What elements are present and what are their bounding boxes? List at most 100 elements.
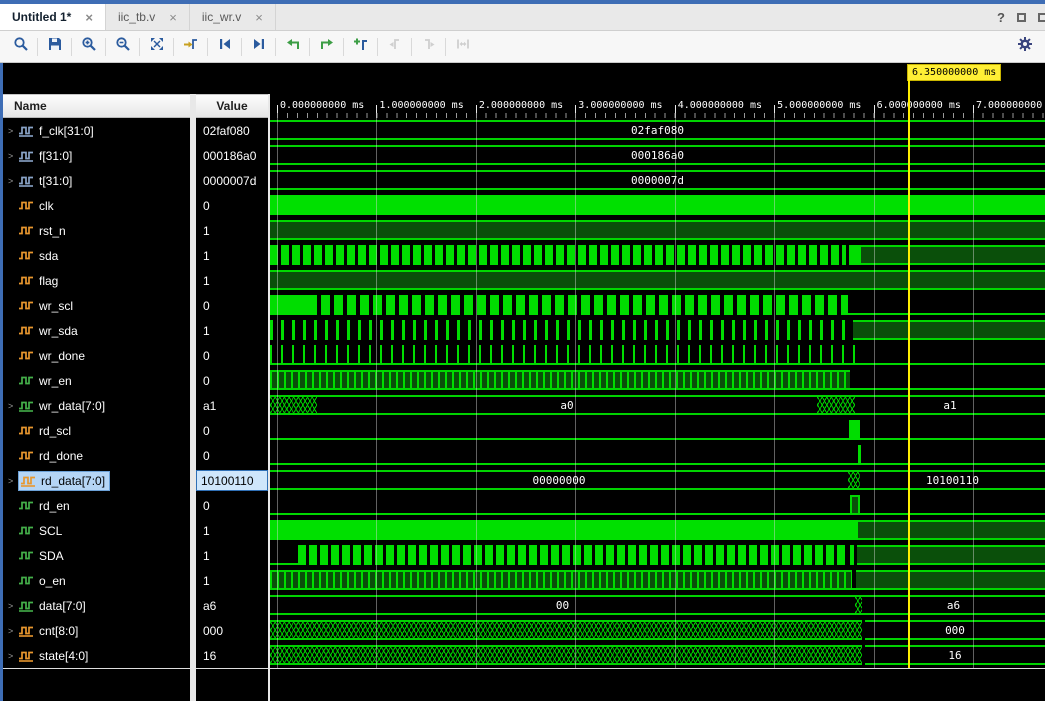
expand-arrow-icon[interactable]: > bbox=[3, 401, 18, 411]
settings-gear-button[interactable] bbox=[1012, 35, 1037, 59]
signal-row-data[7:0][interactable]: >data[7:0] bbox=[3, 593, 190, 618]
save-button[interactable] bbox=[42, 35, 67, 59]
zoom-to-cursor-button[interactable] bbox=[178, 35, 203, 59]
bus-green-signal-icon bbox=[18, 400, 34, 412]
ruler-tick-label: 2.000000000 ms bbox=[479, 100, 563, 111]
float-window-icon[interactable] bbox=[1017, 13, 1026, 22]
signal-value-wr_sda[interactable]: 1 bbox=[196, 318, 268, 343]
signal-value-rst_n[interactable]: 1 bbox=[196, 218, 268, 243]
next-transition-button[interactable] bbox=[314, 35, 339, 59]
signal-row-flag[interactable]: flag bbox=[3, 268, 190, 293]
wave-segment-toggle bbox=[270, 245, 846, 265]
signal-value-wr_data[7:0][interactable]: a1 bbox=[196, 393, 268, 418]
signal-value-sda[interactable]: 1 bbox=[196, 243, 268, 268]
signal-row-wr_data[7:0][interactable]: >wr_data[7:0] bbox=[3, 393, 190, 418]
signal-value-cnt[8:0][interactable]: 000 bbox=[196, 618, 268, 643]
zoom-in-button[interactable] bbox=[76, 35, 101, 59]
wave-data[7:0]: 00a6 bbox=[270, 593, 1045, 618]
signal-row-cnt[8:0][interactable]: >cnt[8:0] bbox=[3, 618, 190, 643]
add-marker-button[interactable] bbox=[348, 35, 373, 59]
previous-transition-button[interactable] bbox=[280, 35, 305, 59]
signal-row-wr_sda[interactable]: wr_sda bbox=[3, 318, 190, 343]
search-button[interactable] bbox=[8, 35, 33, 59]
signal-name: clk bbox=[39, 199, 54, 213]
tab-iic-tb[interactable]: iic_tb.v × bbox=[106, 4, 190, 30]
wave-flag bbox=[270, 268, 1045, 293]
wave-segment-xxx bbox=[270, 395, 317, 415]
signal-value-f[31:0][interactable]: 000186a0 bbox=[196, 143, 268, 168]
signal-value-data[7:0][interactable]: a6 bbox=[196, 593, 268, 618]
signal-value-t[31:0][interactable]: 0000007d bbox=[196, 168, 268, 193]
signal-row-rst_n[interactable]: rst_n bbox=[3, 218, 190, 243]
signal-row-f[31:0][interactable]: >f[31:0] bbox=[3, 143, 190, 168]
go-to-time-0-button[interactable] bbox=[212, 35, 237, 59]
expand-arrow-icon[interactable]: > bbox=[3, 476, 18, 486]
signal-value-wr_done[interactable]: 0 bbox=[196, 343, 268, 368]
expand-arrow-icon[interactable]: > bbox=[3, 176, 18, 186]
signal-row-o_en[interactable]: o_en bbox=[3, 568, 190, 593]
zoom-fit-button[interactable] bbox=[144, 35, 169, 59]
value-text: 0 bbox=[201, 449, 212, 463]
tab-iic-wr[interactable]: iic_wr.v × bbox=[190, 4, 276, 30]
signal-value-wr_scl[interactable]: 0 bbox=[196, 293, 268, 318]
expand-arrow-icon[interactable]: > bbox=[3, 626, 18, 636]
signal-row-t[31:0][interactable]: >t[31:0] bbox=[3, 168, 190, 193]
tab-bar: Untitled 1* × iic_tb.v × iic_wr.v × ? bbox=[0, 4, 1045, 31]
next-transition-icon bbox=[319, 36, 335, 57]
signal-value-f_clk[31:0][interactable]: 02faf080 bbox=[196, 118, 268, 143]
signal-value-wr_en[interactable]: 0 bbox=[196, 368, 268, 393]
close-icon[interactable]: × bbox=[255, 11, 263, 24]
signal-value-list: 02faf080000186a00000007d01110100a1001010… bbox=[196, 118, 268, 668]
cursor-line[interactable] bbox=[908, 80, 910, 668]
go-to-last-time-button[interactable] bbox=[246, 35, 271, 59]
expand-arrow-icon[interactable]: > bbox=[3, 601, 18, 611]
signal-row-rd_en[interactable]: rd_en bbox=[3, 493, 190, 518]
expand-arrow-icon[interactable]: > bbox=[3, 126, 18, 136]
signal-value-rd_data[7:0][interactable]: 10100110 bbox=[196, 468, 268, 493]
signal-row-f_clk[31:0][interactable]: >f_clk[31:0] bbox=[3, 118, 190, 143]
waveform-canvas[interactable]: 6.350000000 ms 0.000000000 ms1.000000000… bbox=[270, 63, 1045, 701]
time-ruler[interactable]: 0.000000000 ms1.000000000 ms2.000000000 … bbox=[270, 94, 1045, 118]
signal-row-wr_done[interactable]: wr_done bbox=[3, 343, 190, 368]
signal-value-flag[interactable]: 1 bbox=[196, 268, 268, 293]
close-icon[interactable]: × bbox=[169, 11, 177, 24]
next-marker-button[interactable] bbox=[416, 35, 441, 59]
tab-untitled-1[interactable]: Untitled 1* × bbox=[0, 4, 106, 30]
names-top-strip bbox=[3, 63, 190, 94]
toolbar-separator bbox=[445, 38, 446, 56]
signal-row-state[4:0][interactable]: >state[4:0] bbox=[3, 643, 190, 668]
help-icon[interactable]: ? bbox=[997, 10, 1005, 25]
signal-row-sda[interactable]: sda bbox=[3, 243, 190, 268]
signal-row-wr_scl[interactable]: wr_scl bbox=[3, 293, 190, 318]
bit-green-signal-icon bbox=[18, 500, 34, 512]
signal-row-SDA[interactable]: SDA bbox=[3, 543, 190, 568]
bus-value-label: 16 bbox=[948, 649, 961, 662]
signal-row-wr_en[interactable]: wr_en bbox=[3, 368, 190, 393]
value-text: a6 bbox=[201, 599, 218, 613]
signal-value-SCL[interactable]: 1 bbox=[196, 518, 268, 543]
signal-row-rd_done[interactable]: rd_done bbox=[3, 443, 190, 468]
signal-row-SCL[interactable]: SCL bbox=[3, 518, 190, 543]
wave-segment-bus: 00 bbox=[270, 595, 855, 615]
wave-segment-toggle bbox=[308, 295, 848, 315]
signal-row-clk[interactable]: clk bbox=[3, 193, 190, 218]
wave-segment-pulse bbox=[849, 245, 861, 265]
signal-row-rd_data[7:0][interactable]: >rd_data[7:0] bbox=[3, 468, 190, 493]
value-text: 1 bbox=[201, 324, 212, 338]
signal-value-clk[interactable]: 0 bbox=[196, 193, 268, 218]
signal-value-rd_done[interactable]: 0 bbox=[196, 443, 268, 468]
close-icon[interactable]: × bbox=[85, 11, 93, 24]
signal-value-state[4:0][interactable]: 16 bbox=[196, 643, 268, 668]
signal-value-rd_scl[interactable]: 0 bbox=[196, 418, 268, 443]
signal-value-rd_en[interactable]: 0 bbox=[196, 493, 268, 518]
signal-row-rd_scl[interactable]: rd_scl bbox=[3, 418, 190, 443]
value-text: 1 bbox=[201, 249, 212, 263]
previous-marker-button[interactable] bbox=[382, 35, 407, 59]
expand-arrow-icon[interactable]: > bbox=[3, 151, 18, 161]
expand-arrow-icon[interactable]: > bbox=[3, 651, 18, 661]
signal-value-SDA[interactable]: 1 bbox=[196, 543, 268, 568]
signal-value-o_en[interactable]: 1 bbox=[196, 568, 268, 593]
zoom-out-button[interactable] bbox=[110, 35, 135, 59]
swap-cursors-button[interactable] bbox=[450, 35, 475, 59]
maximize-window-icon[interactable] bbox=[1038, 13, 1045, 22]
